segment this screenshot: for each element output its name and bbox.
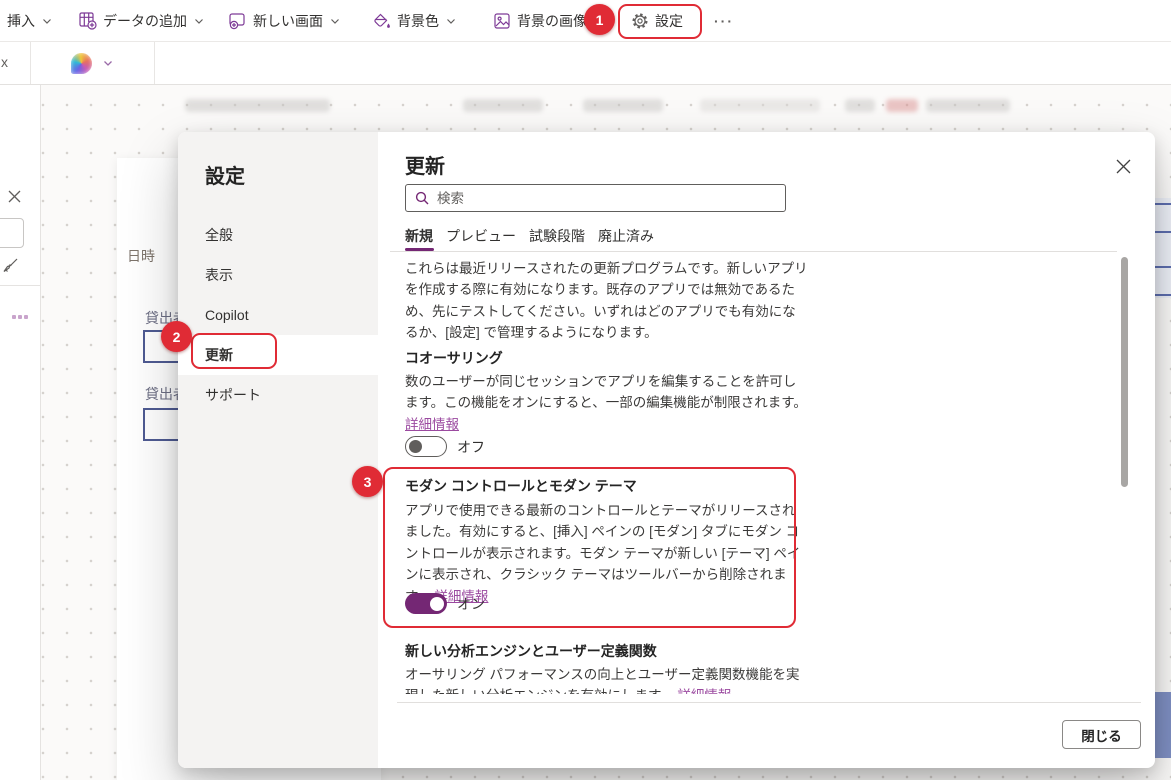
section-body-analysis-engine: オーサリング パフォーマンスの向上とユーザー定義関数機能を実現した新しい分析エン…	[405, 664, 809, 694]
new-screen-icon	[228, 11, 247, 30]
modern-controls-toggle[interactable]	[405, 593, 447, 614]
insert-menu-button[interactable]: 挿入	[7, 0, 53, 41]
section-body-text: 数のユーザーが同じセッションでアプリを編集することを許可します。この機能をオンに…	[405, 374, 807, 411]
rail-divider	[0, 285, 41, 286]
nav-label: サポート	[205, 387, 261, 403]
ellipsis-icon[interactable]	[12, 315, 28, 319]
broom-icon[interactable]	[1, 256, 20, 280]
formula-bar: x	[0, 42, 1171, 112]
settings-button[interactable]: 設定	[630, 0, 683, 41]
section-title-coauthoring: コオーサリング	[405, 350, 503, 366]
settings-dialog-title: 設定	[205, 166, 245, 188]
chevron-down-icon	[195, 18, 203, 24]
toggle-state-label: オン	[457, 595, 485, 612]
copilot-icon	[71, 52, 92, 74]
background-image-button[interactable]: 背景の画像	[492, 0, 587, 41]
close-icon[interactable]	[1111, 154, 1135, 178]
add-data-icon	[78, 11, 97, 30]
modern-controls-toggle-row: オン	[405, 593, 809, 614]
tab-experimental[interactable]: 試験段階	[529, 226, 585, 246]
more-ellipsis-icon: ···	[714, 12, 734, 29]
annotation-badge-2: 2	[161, 321, 192, 352]
chevron-down-icon	[331, 18, 339, 24]
update-tabs: 新規 プレビュー 試験段階 廃止済み	[405, 226, 654, 246]
section-title-analysis-engine: 新しい分析エンジンとユーザー定義関数	[405, 643, 657, 659]
blurred-formula-text	[583, 99, 663, 112]
nav-label: 更新	[205, 347, 233, 363]
nav-label: 表示	[205, 267, 233, 283]
tab-preview[interactable]: プレビュー	[446, 226, 516, 246]
tab-retired[interactable]: 廃止済み	[598, 226, 654, 246]
background-image-icon	[492, 11, 511, 30]
blurred-formula-text	[185, 99, 330, 112]
toggle-state-label: オフ	[457, 438, 485, 455]
intro-text: これらは最近リリースされたの更新プログラムです。新しいアプリを作成する際に有効に…	[405, 261, 808, 341]
blurred-formula-text	[463, 99, 543, 112]
coauthoring-toggle-row: オフ	[405, 436, 809, 457]
footer-divider	[397, 702, 1141, 703]
settings-label: 設定	[655, 12, 683, 29]
settings-dialog: 設定 全般 表示 Copilot 更新 サポート 更新 新規 プレビュー 試験段…	[178, 132, 1155, 768]
fx-label-partial: x	[1, 54, 8, 70]
background-color-icon	[372, 11, 391, 30]
nav-item-support[interactable]: サポート	[178, 375, 378, 415]
datetime-label: 日時	[127, 248, 155, 264]
annotation-badge-3: 3	[352, 466, 383, 497]
toggle-knob	[430, 596, 444, 611]
rail-input-partial[interactable]	[0, 218, 24, 248]
blurred-formula-text	[700, 99, 820, 112]
section-body-modern-controls: アプリで使用できる最新のコントロールとテーマがリリースされました。有効にすると、…	[405, 500, 809, 607]
settings-nav: 設定 全般 表示 Copilot 更新 サポート	[178, 132, 378, 768]
nav-item-general[interactable]: 全般	[178, 215, 378, 255]
copilot-button[interactable]	[30, 42, 155, 84]
search-icon	[415, 191, 429, 205]
left-rail	[0, 85, 41, 780]
blurred-formula-text	[886, 99, 918, 112]
learn-more-link[interactable]: 詳細情報	[405, 417, 459, 432]
update-list: これらは最近リリースされたの更新プログラムです。新しいアプリを作成する際に有効に…	[405, 252, 811, 694]
new-screen-label: 新しい画面	[253, 12, 323, 29]
chevron-down-icon	[104, 61, 112, 66]
nav-item-display[interactable]: 表示	[178, 255, 378, 295]
tab-new[interactable]: 新規	[405, 226, 433, 246]
nav-item-copilot[interactable]: Copilot	[178, 295, 378, 335]
annotation-badge-1: 1	[584, 4, 615, 35]
background-color-label: 背景色	[397, 12, 439, 29]
panel-title: 更新	[405, 156, 445, 178]
nav-label: 全般	[205, 227, 233, 243]
blurred-formula-text	[845, 99, 875, 112]
app-window: 日時 * 貸出者 貸出者 x	[0, 0, 1171, 780]
search-box	[405, 184, 786, 212]
new-screen-button[interactable]: 新しい画面	[228, 0, 341, 41]
background-color-button[interactable]: 背景色	[372, 0, 457, 41]
nav-label: Copilot	[205, 307, 249, 323]
close-dialog-button[interactable]: 閉じる	[1062, 720, 1141, 749]
settings-gear-icon	[630, 11, 649, 30]
chevron-down-icon	[447, 18, 455, 24]
section-title-modern-controls: モダン コントロールとモダン テーマ	[405, 478, 637, 494]
search-input[interactable]	[437, 190, 776, 206]
close-pane-icon[interactable]	[7, 189, 22, 209]
toggle-knob	[409, 440, 422, 453]
nav-item-upgrades[interactable]: 更新	[178, 335, 378, 375]
section-body-coauthoring: 数のユーザーが同じセッションでアプリを編集することを許可します。この機能をオンに…	[405, 371, 809, 435]
blurred-formula-text	[926, 99, 1010, 112]
background-image-label: 背景の画像	[517, 12, 587, 29]
section-body-text: オーサリング パフォーマンスの向上とユーザー定義関数機能を実現した新しい分析エン…	[405, 667, 800, 694]
add-data-button[interactable]: データの追加	[78, 0, 205, 41]
add-data-label: データの追加	[103, 12, 187, 29]
scrollbar-thumb[interactable]	[1121, 257, 1128, 487]
more-commands-button[interactable]: ···	[714, 0, 734, 41]
chevron-down-icon	[43, 18, 51, 24]
learn-more-link[interactable]: 詳細情報	[677, 688, 731, 694]
insert-label: 挿入	[7, 12, 35, 29]
coauthoring-toggle[interactable]	[405, 436, 447, 457]
